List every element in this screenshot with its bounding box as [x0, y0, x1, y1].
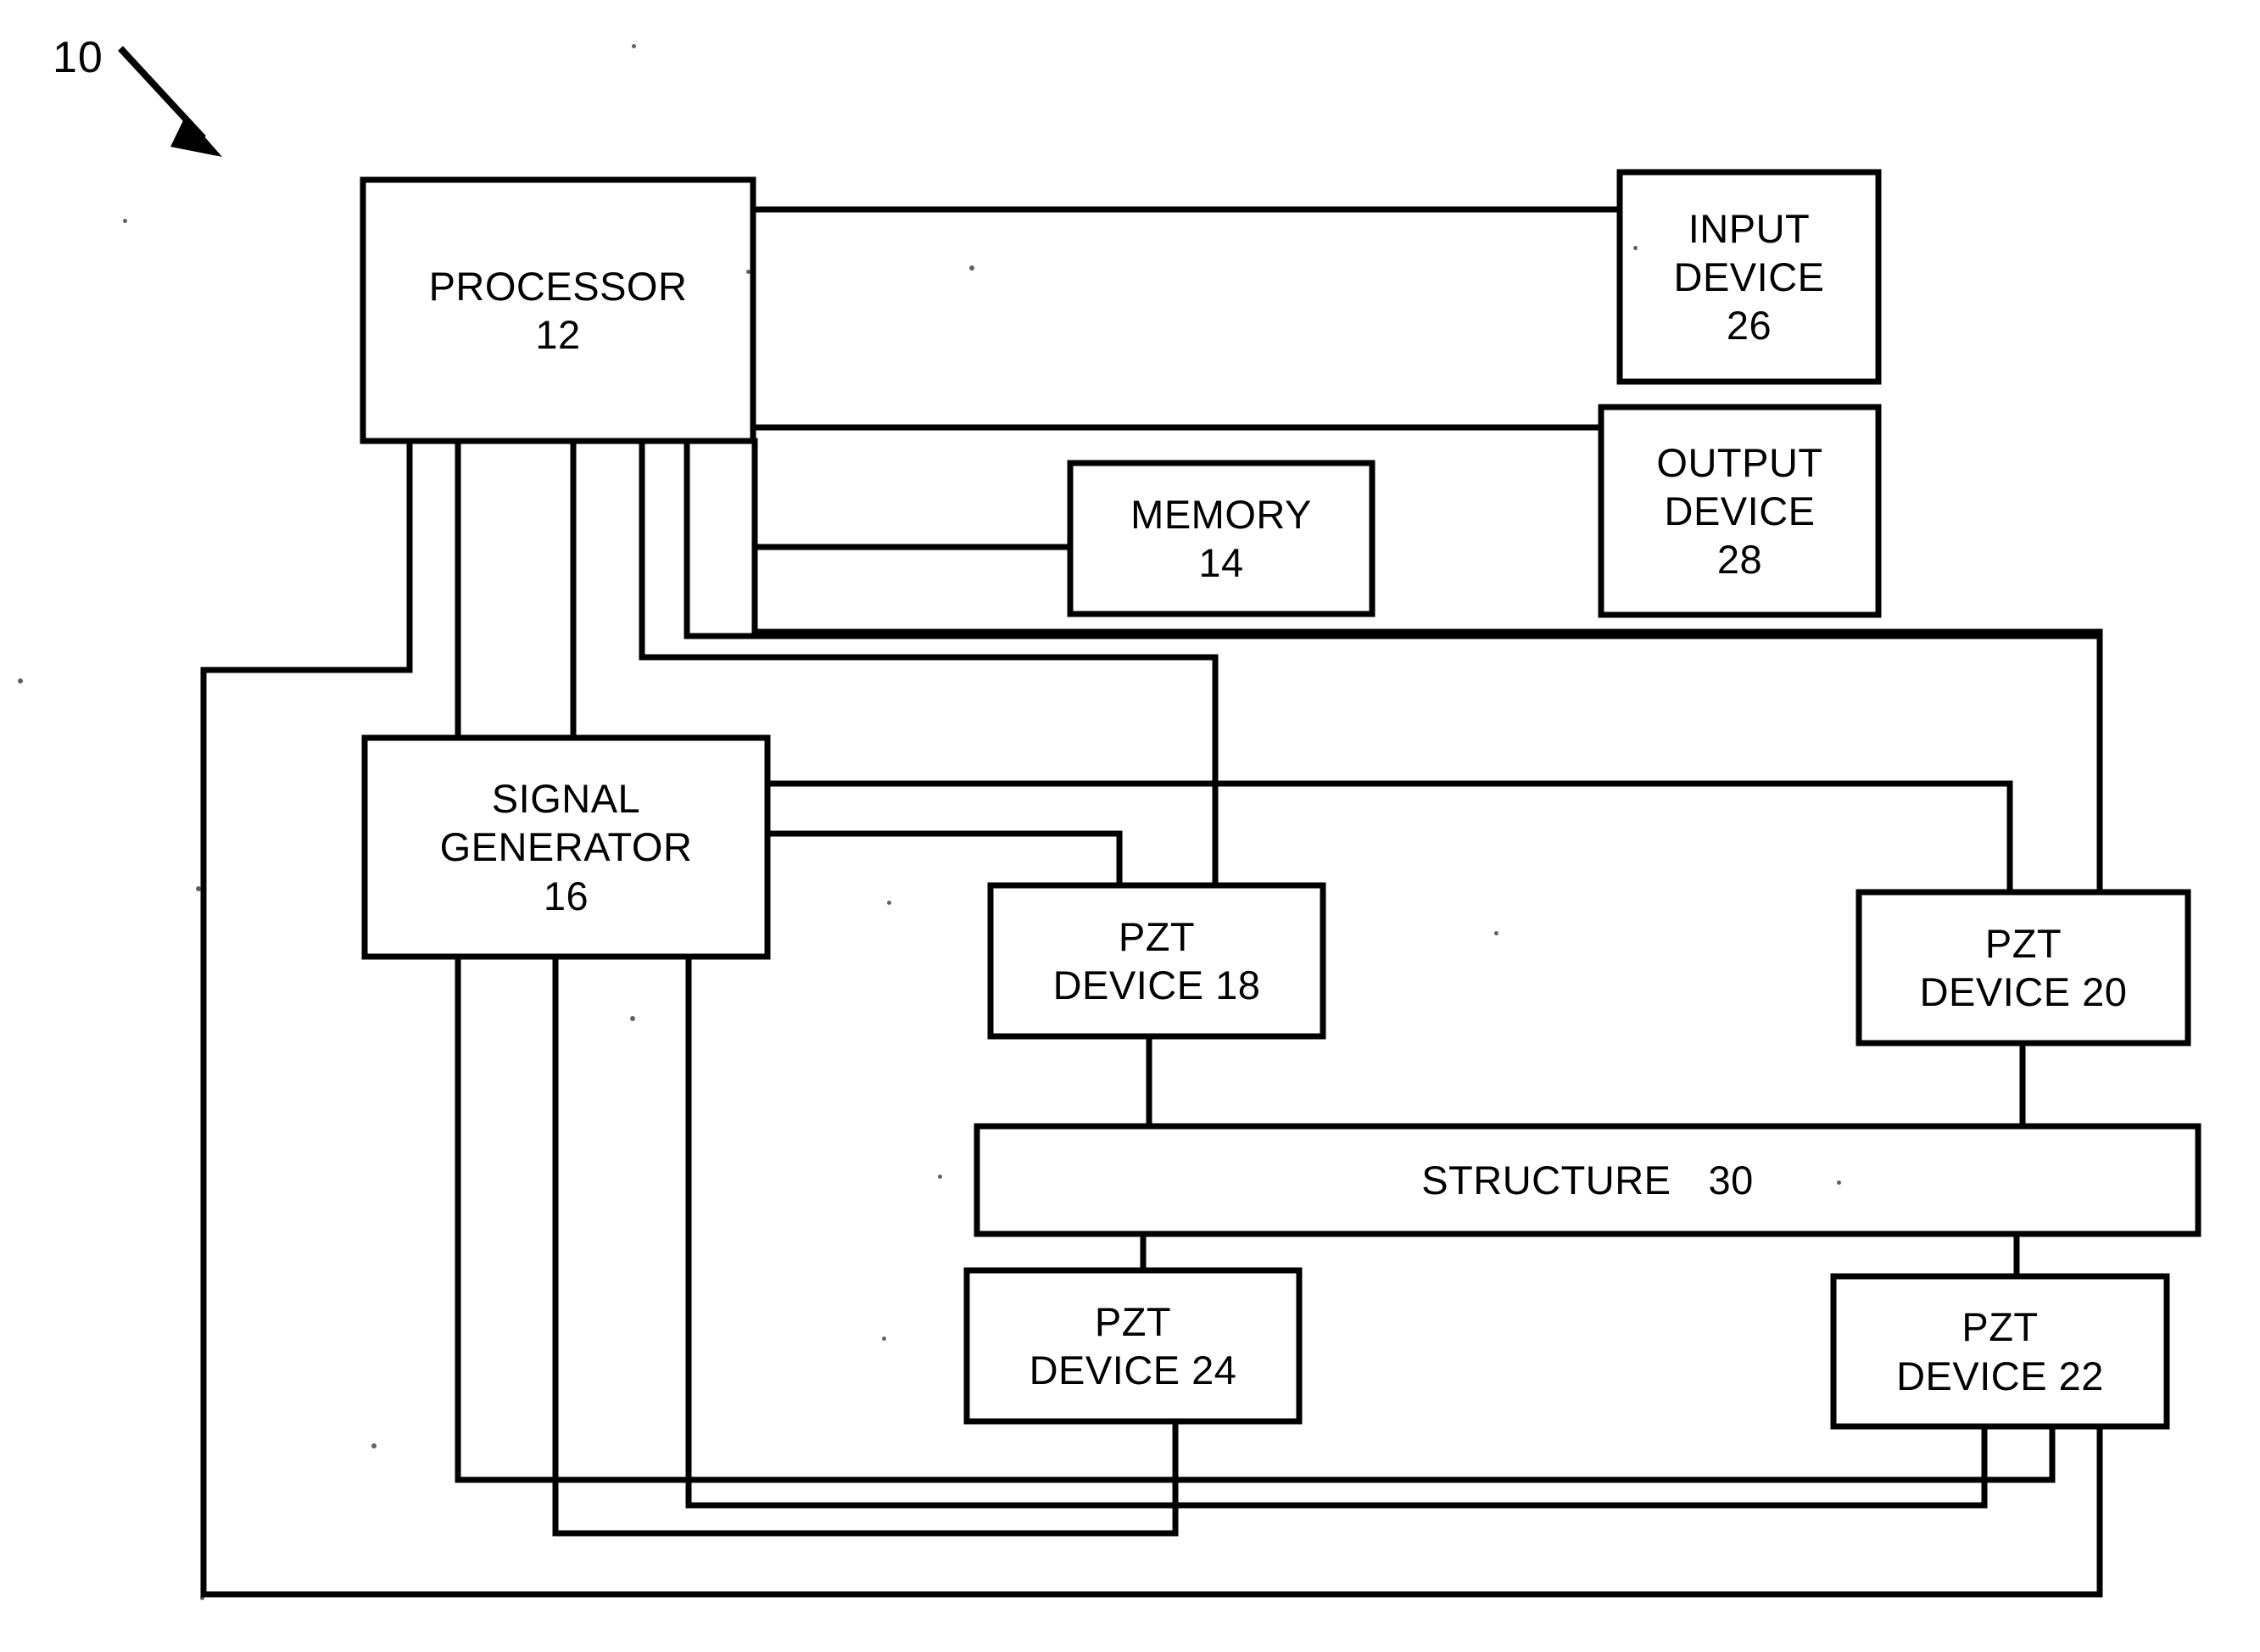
scan-speck: [371, 1443, 377, 1448]
wire-processor-to-pzt-20: [684, 438, 2103, 896]
figure-reference-number: 10: [53, 33, 103, 82]
scan-speck: [887, 901, 891, 905]
pzt-device-22-block-rect[interactable]: [1830, 1273, 2170, 1430]
wire-signal-generator-to-pzt-18: [764, 830, 1123, 889]
signal-generator-block-rect[interactable]: [361, 734, 771, 960]
scan-speck: [969, 265, 974, 271]
scan-speck: [200, 1596, 204, 1600]
scan-speck: [632, 44, 636, 48]
scan-speck: [882, 1337, 886, 1341]
scan-speck: [630, 1016, 635, 1021]
patent-figure-canvas: 10 PROCESSOR 12 INPUT DEVICE 26 OUTPUT D…: [0, 0, 2260, 1652]
scan-speck: [1494, 931, 1498, 935]
scan-speck: [746, 270, 751, 274]
wire-processor-bus-to-right: [751, 438, 2103, 635]
structure-block-label: STRUCTURE 30: [977, 1126, 2198, 1234]
pzt-device-24-block-rect[interactable]: [963, 1267, 1303, 1425]
pzt-device-18-block-rect[interactable]: [987, 882, 1326, 1040]
figure-leader-arrow: [118, 46, 222, 157]
diagram-lines-layer: [118, 46, 2201, 1598]
wire-signal-generator-to-pzt-20: [764, 780, 2013, 896]
scan-speck: [1837, 1180, 1841, 1185]
memory-block-rect[interactable]: [1067, 460, 1376, 617]
scan-speck: [123, 219, 127, 223]
scan-speck: [1633, 246, 1638, 250]
output-device-block-rect[interactable]: [1598, 404, 1882, 618]
input-device-block-rect[interactable]: [1616, 169, 1882, 385]
pzt-device-20-block-rect[interactable]: [1855, 889, 2191, 1046]
scan-speck: [18, 678, 23, 684]
scan-speck: [196, 886, 201, 891]
processor-block-rect[interactable]: [360, 176, 756, 444]
structure-label-ref: 30: [1708, 1158, 1754, 1203]
wire-signal-generator-to-pzt-24: [552, 953, 1179, 1537]
scan-speck: [938, 1175, 942, 1179]
structure-label-name: STRUCTURE: [1421, 1158, 1671, 1203]
wire-processor-to-memory: [751, 438, 1074, 550]
